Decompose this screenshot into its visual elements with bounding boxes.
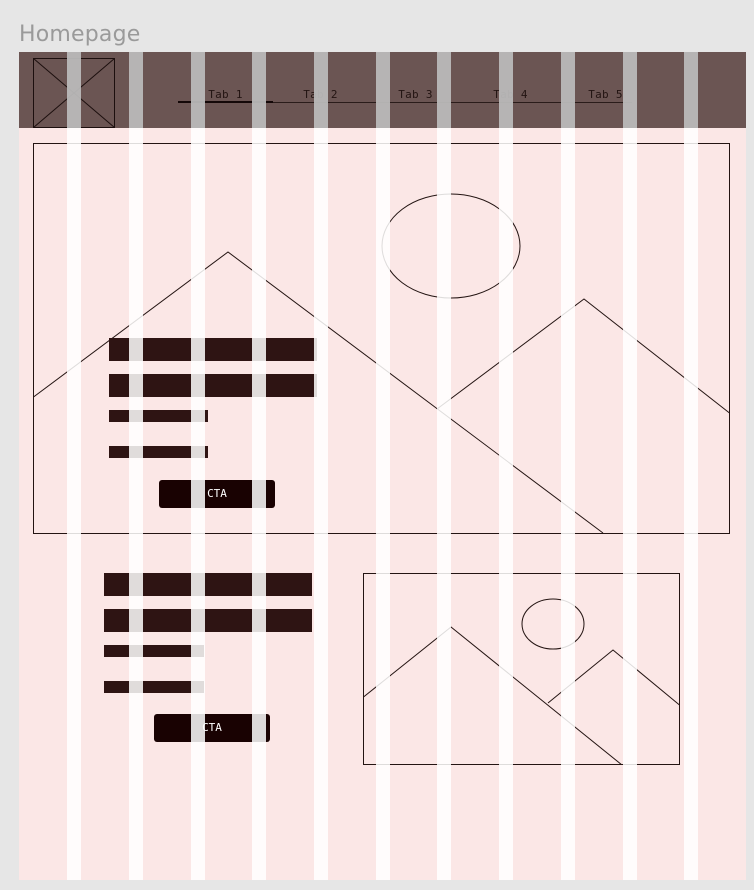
hero-heading-line-1 — [109, 338, 317, 361]
tab-5[interactable]: Tab 5 — [558, 88, 653, 101]
header-bar: Tab 1 Tab 2 Tab 3 Tab 4 Tab 5 — [19, 52, 746, 128]
hero-cta-button[interactable]: CTA — [159, 480, 275, 508]
feature-heading-line-2 — [104, 609, 312, 632]
feature-body-line-2 — [104, 681, 204, 693]
tab-1[interactable]: Tab 1 — [178, 88, 273, 101]
hero-body-line-2 — [109, 446, 208, 458]
hero-body-line-1 — [109, 410, 208, 422]
image-placeholder-icon[interactable] — [33, 58, 115, 128]
active-tab-indicator — [178, 101, 273, 103]
tab-4[interactable]: Tab 4 — [463, 88, 558, 101]
tab-3[interactable]: Tab 3 — [368, 88, 463, 101]
artboard: Tab 1 Tab 2 Tab 3 Tab 4 Tab 5 CTA CTA — [19, 52, 746, 880]
hero-heading-line-2 — [109, 374, 317, 397]
feature-heading-line-1 — [104, 573, 312, 596]
feature-cta-button[interactable]: CTA — [154, 714, 270, 742]
feature-image-placeholder — [363, 573, 680, 765]
feature-body-line-1 — [104, 645, 204, 657]
tab-2[interactable]: Tab 2 — [273, 88, 368, 101]
frame-title: Homepage — [19, 22, 141, 47]
